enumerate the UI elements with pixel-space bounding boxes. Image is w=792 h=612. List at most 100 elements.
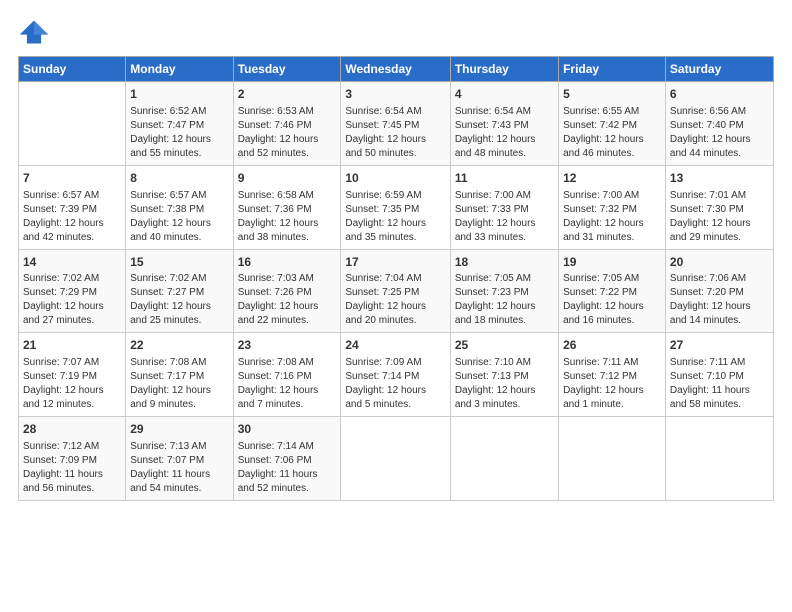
day-number: 30	[238, 421, 337, 438]
day-info: Sunset: 7:32 PM	[563, 203, 661, 217]
day-info: and 18 minutes.	[455, 314, 554, 328]
day-cell: 29 Sunrise: 7:13 AMSunset: 7:07 PMDayligh…	[126, 417, 233, 501]
day-info: Sunrise: 6:52 AM	[130, 105, 228, 119]
day-info: Sunrise: 7:00 AM	[455, 189, 554, 203]
day-info: and 9 minutes.	[130, 398, 228, 412]
day-info: Daylight: 12 hours	[23, 217, 121, 231]
day-number: 1	[130, 86, 228, 103]
day-info: Sunset: 7:23 PM	[455, 286, 554, 300]
day-cell: 9Sunrise: 6:58 AMSunset: 7:36 PMDaylight…	[233, 165, 341, 249]
day-info: and 52 minutes.	[238, 147, 337, 161]
day-cell	[19, 82, 126, 166]
day-info: Daylight: 12 hours	[345, 384, 445, 398]
day-info: and 56 minutes.	[23, 482, 121, 496]
day-number: 7	[23, 170, 121, 187]
header-cell-thursday: Thursday	[450, 57, 558, 82]
day-info: and 46 minutes.	[563, 147, 661, 161]
day-info: and 35 minutes.	[345, 231, 445, 245]
day-info: Daylight: 12 hours	[670, 300, 769, 314]
day-cell: 15Sunrise: 7:02 AMSunset: 7:27 PMDayligh…	[126, 249, 233, 333]
day-info: Sunrise: 7:07 AM	[23, 356, 121, 370]
day-number: 15	[130, 254, 228, 271]
day-number: 5	[563, 86, 661, 103]
header-cell-friday: Friday	[559, 57, 666, 82]
day-cell: 28Sunrise: 7:12 AMSunset: 7:09 PMDayligh…	[19, 417, 126, 501]
day-info: and 44 minutes.	[670, 147, 769, 161]
day-cell: 19Sunrise: 7:05 AMSunset: 7:22 PMDayligh…	[559, 249, 666, 333]
day-info: Sunrise: 6:55 AM	[563, 105, 661, 119]
day-number: 29	[130, 421, 228, 438]
day-cell: 20Sunrise: 7:06 AMSunset: 7:20 PMDayligh…	[665, 249, 773, 333]
day-info: Sunrise: 7:02 AM	[23, 272, 121, 286]
day-info: Sunset: 7:07 PM	[130, 454, 228, 468]
day-info: and 58 minutes.	[670, 398, 769, 412]
day-info: Sunrise: 7:06 AM	[670, 272, 769, 286]
day-info: and 22 minutes.	[238, 314, 337, 328]
week-row-4: 21Sunrise: 7:07 AMSunset: 7:19 PMDayligh…	[19, 333, 774, 417]
header-row: SundayMondayTuesdayWednesdayThursdayFrid…	[19, 57, 774, 82]
header-cell-monday: Monday	[126, 57, 233, 82]
day-info: and 50 minutes.	[345, 147, 445, 161]
day-info: Sunset: 7:29 PM	[23, 286, 121, 300]
day-cell: 27Sunrise: 7:11 AMSunset: 7:10 PMDayligh…	[665, 333, 773, 417]
day-cell: 13Sunrise: 7:01 AMSunset: 7:30 PMDayligh…	[665, 165, 773, 249]
day-info: Sunrise: 7:13 AM	[130, 440, 228, 454]
day-info: and 29 minutes.	[670, 231, 769, 245]
day-cell: 7 Sunrise: 6:57 AMSunset: 7:39 PMDaylight…	[19, 165, 126, 249]
day-info: Sunset: 7:30 PM	[670, 203, 769, 217]
day-info: Daylight: 12 hours	[345, 217, 445, 231]
day-info: Daylight: 12 hours	[345, 300, 445, 314]
day-info: and 40 minutes.	[130, 231, 228, 245]
day-number: 9	[238, 170, 337, 187]
day-cell	[665, 417, 773, 501]
day-info: and 12 minutes.	[23, 398, 121, 412]
day-cell: 14Sunrise: 7:02 AMSunset: 7:29 PMDayligh…	[19, 249, 126, 333]
day-info: Sunset: 7:39 PM	[23, 203, 121, 217]
header-cell-tuesday: Tuesday	[233, 57, 341, 82]
day-cell: 26Sunrise: 7:11 AMSunset: 7:12 PMDayligh…	[559, 333, 666, 417]
day-number: 18	[455, 254, 554, 271]
day-info: Sunrise: 6:57 AM	[23, 189, 121, 203]
day-info: Sunrise: 7:08 AM	[130, 356, 228, 370]
day-info: Sunset: 7:27 PM	[130, 286, 228, 300]
day-info: Sunset: 7:12 PM	[563, 370, 661, 384]
day-info: Sunset: 7:42 PM	[563, 119, 661, 133]
day-info: Daylight: 12 hours	[238, 300, 337, 314]
day-info: and 52 minutes.	[238, 482, 337, 496]
day-info: Sunrise: 7:14 AM	[238, 440, 337, 454]
day-info: Daylight: 11 hours	[130, 468, 228, 482]
day-cell: 4Sunrise: 6:54 AMSunset: 7:43 PMDaylight…	[450, 82, 558, 166]
day-info: Daylight: 12 hours	[455, 217, 554, 231]
day-info: Daylight: 12 hours	[130, 384, 228, 398]
day-info: Sunset: 7:46 PM	[238, 119, 337, 133]
day-info: and 54 minutes.	[130, 482, 228, 496]
day-number: 8	[130, 170, 228, 187]
day-info: Sunset: 7:45 PM	[345, 119, 445, 133]
day-cell: 16Sunrise: 7:03 AMSunset: 7:26 PMDayligh…	[233, 249, 341, 333]
day-number: 6	[670, 86, 769, 103]
day-info: Sunset: 7:09 PM	[23, 454, 121, 468]
day-info: Daylight: 12 hours	[563, 384, 661, 398]
day-info: Daylight: 12 hours	[455, 384, 554, 398]
day-number: 22	[130, 337, 228, 354]
day-info: and 42 minutes.	[23, 231, 121, 245]
day-cell: 21Sunrise: 7:07 AMSunset: 7:19 PMDayligh…	[19, 333, 126, 417]
day-cell: 3Sunrise: 6:54 AMSunset: 7:45 PMDaylight…	[341, 82, 450, 166]
day-cell: 1Sunrise: 6:52 AMSunset: 7:47 PMDaylight…	[126, 82, 233, 166]
day-info: and 3 minutes.	[455, 398, 554, 412]
day-info: Daylight: 12 hours	[455, 300, 554, 314]
day-info: and 1 minute.	[563, 398, 661, 412]
day-info: Sunrise: 7:11 AM	[563, 356, 661, 370]
day-info: Sunrise: 6:54 AM	[345, 105, 445, 119]
week-row-1: 1Sunrise: 6:52 AMSunset: 7:47 PMDaylight…	[19, 82, 774, 166]
day-info: Sunrise: 7:12 AM	[23, 440, 121, 454]
day-info: Sunrise: 7:02 AM	[130, 272, 228, 286]
day-number: 2	[238, 86, 337, 103]
day-number: 13	[670, 170, 769, 187]
day-info: and 38 minutes.	[238, 231, 337, 245]
day-info: Sunrise: 6:53 AM	[238, 105, 337, 119]
day-number: 28	[23, 421, 121, 438]
day-number: 25	[455, 337, 554, 354]
day-info: Sunset: 7:10 PM	[670, 370, 769, 384]
day-number: 27	[670, 337, 769, 354]
